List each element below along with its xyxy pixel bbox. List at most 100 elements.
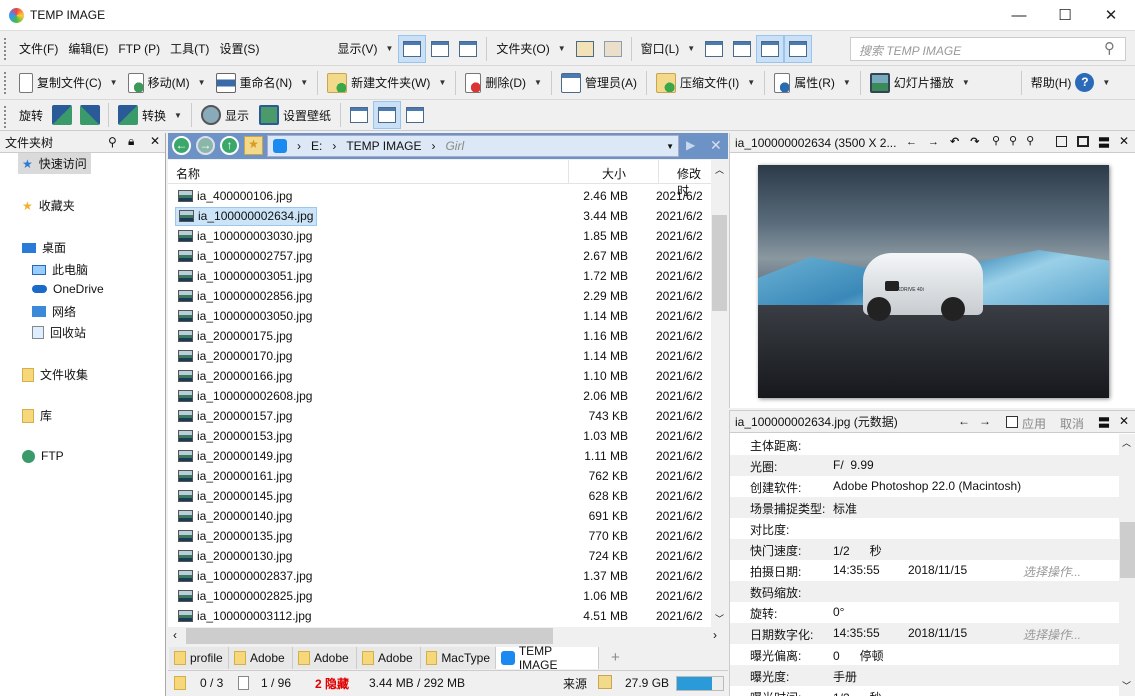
scroll-right-icon[interactable]: › [713,628,717,642]
close-button[interactable]: ✕ [1088,0,1134,30]
rename-button[interactable]: 重命名(N) ▼ [211,69,314,97]
thumb-view-button[interactable] [372,101,401,129]
tree-item-favorites[interactable]: ★ 收藏夹 [22,197,75,214]
folder-tab[interactable]: Adobe [357,647,421,669]
unlock-icon[interactable] [598,675,612,689]
search-input[interactable]: 搜索 TEMP IMAGE [850,37,1126,61]
tree-item-network[interactable]: 网络 [32,303,76,320]
favorite-folder-button[interactable]: ★ [244,136,263,155]
layout-compare-button[interactable] [599,35,627,63]
zoom-controls[interactable]: ⚲⚲⚲ [992,134,1043,147]
scroll-up-icon[interactable]: ︿ [1122,436,1131,449]
layout-3-button[interactable] [756,34,785,63]
preview-controls[interactable]: ←→↶↷ [906,135,990,148]
slideshow-button[interactable]: 幻灯片播放 ▼ [865,69,975,97]
tree-item-desktop[interactable]: 桌面 [22,239,66,256]
tree-item-this-pc[interactable]: 此电脑 [32,261,88,278]
convert-button[interactable]: 转换 ▼ [113,101,187,129]
scroll-up-icon[interactable]: ︿ [715,163,724,176]
view-thumbs-button[interactable] [454,35,482,63]
play-icon[interactable]: ▶ [686,138,695,152]
next-icon[interactable]: → [979,414,991,428]
sort-button[interactable] [345,101,373,129]
back-button[interactable]: ← [172,136,191,155]
new-folder-button[interactable]: 新建文件夹(W) ▼ [322,69,451,97]
horizontal-scrollbar[interactable]: ‹ › [168,627,728,645]
tree-item-onedrive[interactable]: OneDrive [32,282,104,296]
preview-image[interactable]: XDRIVE 40i [758,165,1109,398]
search-icon[interactable]: ⚲ [108,135,117,149]
view-details-button[interactable] [398,34,427,63]
search-icon[interactable]: ⚲ [1104,39,1115,57]
help-button[interactable]: 帮助(H)? ▼ [1026,69,1116,97]
delete-button[interactable]: 删除(D) ▼ [460,69,547,97]
add-tab-button[interactable]: + [611,649,620,666]
menu-tools[interactable]: 工具(T) [165,35,214,63]
thumb-preview-button[interactable] [401,101,429,129]
menu-settings[interactable]: 设置(S) [214,35,264,63]
scroll-thumb[interactable] [712,215,727,311]
tree-item-library[interactable]: 库 [22,407,52,424]
menu-icon[interactable]: 〓 [1098,414,1110,431]
admin-button[interactable]: 管理员(A) [556,69,642,97]
menu-edit[interactable]: 编辑(E) [63,35,113,63]
scroll-thumb[interactable] [186,628,553,644]
close-icon[interactable]: ✕ [710,137,722,154]
tree-item-recycle-bin[interactable]: 回收站 [32,324,86,341]
prev-icon[interactable]: ← [958,414,970,428]
scroll-down-icon[interactable]: ﹀ [1122,679,1131,692]
folder-tab[interactable]: profile [169,647,229,669]
address-dropdown[interactable]: ▼ [666,142,674,151]
close-icon[interactable]: ✕ [1119,414,1129,428]
column-name[interactable]: 名称 [176,165,200,182]
compress-button[interactable]: 压缩文件(I) ▼ [651,69,760,97]
copy-button[interactable]: 复制文件(C) ▼ [14,69,123,97]
wallpaper-button[interactable]: 设置壁纸 [254,101,336,129]
tree-item-ftp[interactable]: FTP [22,449,64,463]
scroll-thumb[interactable] [1120,522,1135,578]
lock-icon[interactable]: 🔒︎ [128,134,134,149]
breadcrumb-folder[interactable]: TEMP IMAGE [346,139,421,153]
up-button[interactable]: ↑ [220,136,239,155]
close-icon[interactable]: ✕ [150,134,160,148]
display-menu[interactable]: 显示(V) ▼ [332,35,398,63]
rotate-right-button[interactable] [76,101,104,129]
scroll-left-icon[interactable]: ‹ [173,628,177,642]
layout-4-button[interactable] [784,34,813,63]
select-action[interactable]: 选择操作... [1023,563,1081,580]
menu-file[interactable]: 文件(F) [14,35,63,63]
layout-2-button[interactable] [728,35,756,63]
breadcrumb-drive[interactable]: E: [311,139,322,153]
address-bar[interactable]: › E: › TEMP IMAGE › Girl ▼ [267,135,679,157]
fit-icon[interactable] [1056,136,1067,147]
maximize-button[interactable]: ☐ [1042,0,1088,30]
tree-item-quick-access[interactable]: ★ 快速访问 [18,153,91,174]
column-size[interactable]: 大小 [602,165,626,182]
properties-button[interactable]: 属性(R) ▼ [769,69,856,97]
minimize-button[interactable]: — [996,0,1042,30]
scroll-down-icon[interactable]: ﹀ [715,612,724,625]
forward-button[interactable]: → [196,136,215,155]
window-menu[interactable]: 窗口(L) ▼ [636,35,701,63]
layout-grid-button[interactable] [571,35,599,63]
folder-tab[interactable]: MacType [421,647,496,669]
rotate-left-button[interactable] [48,101,76,129]
folder-tab[interactable]: Adobe [293,647,357,669]
vertical-scrollbar[interactable]: ︿ ﹀ [711,160,728,627]
fullsize-icon[interactable] [1077,136,1089,147]
view-list-button[interactable] [426,35,454,63]
move-button[interactable]: 移动(M) ▼ [123,69,211,97]
breadcrumb-current[interactable]: Girl [445,139,464,153]
menu-icon[interactable]: 〓 [1098,134,1110,151]
folder-menu[interactable]: 文件夹(O) ▼ [491,35,570,63]
apply-checkbox[interactable] [1006,416,1018,428]
layout-1-button[interactable] [700,35,728,63]
metadata-scrollbar[interactable]: ︿ ﹀ [1119,434,1135,696]
tree-item-collection[interactable]: 文件收集 [22,366,88,383]
show-button[interactable]: 显示 [196,101,254,129]
status-hidden[interactable]: 2 隐藏 [315,671,349,695]
folder-tab[interactable]: Adobe [229,647,293,669]
cancel-button[interactable]: 取消 [1060,415,1084,432]
select-action[interactable]: 选择操作... [1023,626,1081,643]
folder-tab[interactable]: TEMP IMAGE [496,644,599,672]
